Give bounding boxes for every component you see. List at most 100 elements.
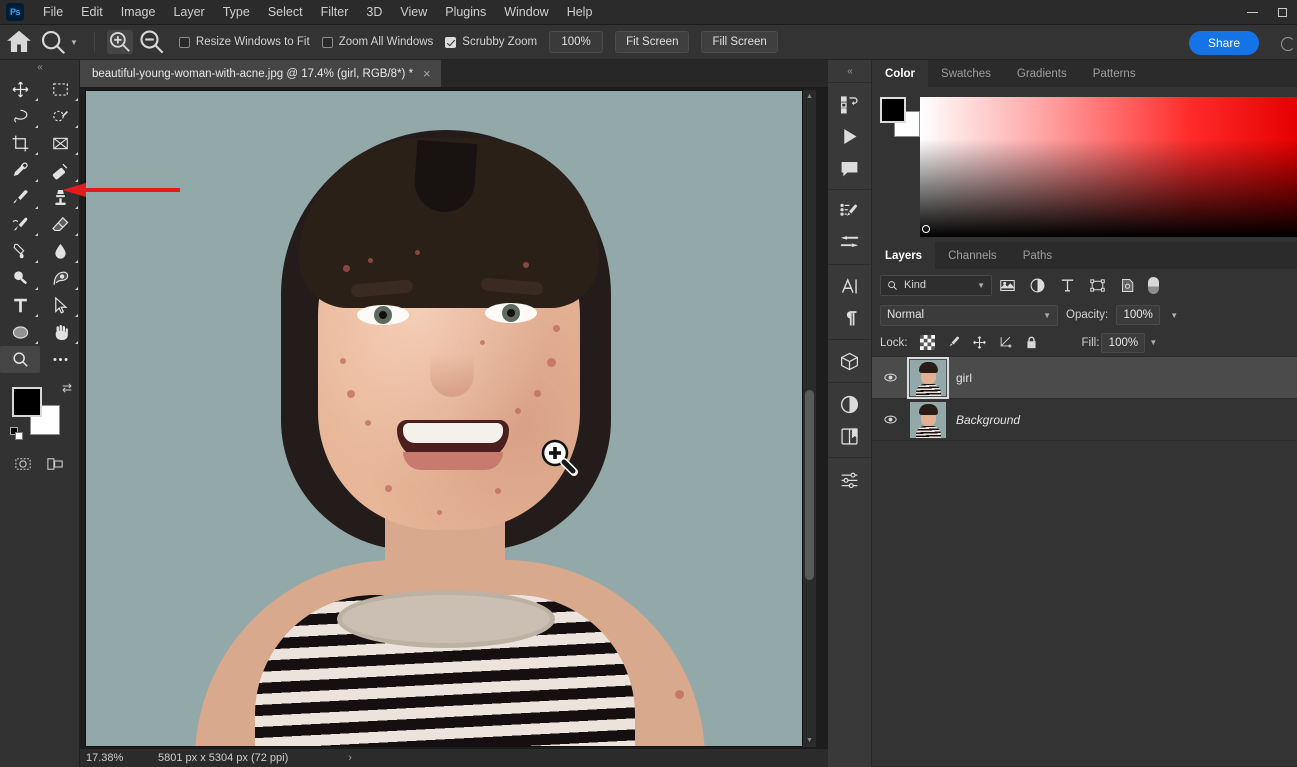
- path-selection-tool[interactable]: [40, 292, 80, 319]
- ellipse-shape-tool[interactable]: [0, 319, 40, 346]
- tab-patterns[interactable]: Patterns: [1080, 60, 1149, 87]
- actions-panel-icon[interactable]: [828, 120, 871, 152]
- lasso-tool[interactable]: [0, 103, 40, 130]
- restore-button[interactable]: [1267, 0, 1297, 25]
- blur-tool[interactable]: [40, 238, 80, 265]
- zoom-out-icon[interactable]: [137, 27, 167, 57]
- object-selection-tool[interactable]: [40, 103, 80, 130]
- zoom-all-windows-checkbox[interactable]: Zoom All Windows: [322, 36, 434, 48]
- comments-panel-icon[interactable]: [828, 152, 871, 184]
- menu-3d[interactable]: 3D: [357, 2, 391, 22]
- brush-settings-panel-icon[interactable]: [828, 195, 871, 227]
- share-button[interactable]: Share: [1189, 31, 1259, 55]
- checkbox-box[interactable]: [179, 37, 190, 48]
- default-colors-icon[interactable]: [10, 427, 24, 441]
- gradient-tool[interactable]: [0, 238, 40, 265]
- history-panel-icon[interactable]: [828, 88, 871, 120]
- menu-layer[interactable]: Layer: [164, 2, 213, 22]
- document-tab[interactable]: beautiful-young-woman-with-acne.jpg @ 17…: [80, 60, 442, 87]
- opacity-field[interactable]: 100%: [1116, 305, 1160, 325]
- menu-image[interactable]: Image: [112, 2, 165, 22]
- foreground-color-swatch[interactable]: [12, 387, 42, 417]
- filter-pixel-icon[interactable]: [992, 273, 1022, 297]
- pen-tool[interactable]: [40, 265, 80, 292]
- character-panel-icon[interactable]: [828, 270, 871, 302]
- fit-screen-button[interactable]: Fit Screen: [615, 31, 689, 53]
- layer-filter-kind-select[interactable]: Kind ▼: [880, 275, 992, 296]
- color-panel-foreground-swatch[interactable]: [880, 97, 906, 123]
- home-icon[interactable]: [4, 27, 34, 57]
- filter-type-icon[interactable]: [1052, 273, 1082, 297]
- canvas-area[interactable]: ▲ ▼ ‹ ›: [80, 88, 828, 767]
- menu-file[interactable]: File: [34, 2, 72, 22]
- quick-mask-icon[interactable]: [14, 455, 32, 478]
- minimize-button[interactable]: [1237, 0, 1267, 25]
- hand-tool[interactable]: [40, 319, 80, 346]
- screen-mode-icon[interactable]: [46, 455, 64, 478]
- tab-paths[interactable]: Paths: [1010, 242, 1065, 269]
- layer-name[interactable]: Background: [956, 413, 1020, 427]
- rail-collapse-icon[interactable]: «: [828, 60, 871, 82]
- lock-artboard-nesting-icon[interactable]: [994, 332, 1018, 354]
- lock-all-icon[interactable]: [1020, 332, 1044, 354]
- zoom-level-field[interactable]: 100%: [549, 31, 603, 53]
- vertical-scrollbar[interactable]: ▲ ▼: [803, 90, 816, 747]
- rectangular-marquee-tool[interactable]: [40, 76, 80, 103]
- menu-type[interactable]: Type: [214, 2, 259, 22]
- scroll-up-icon[interactable]: ▲: [803, 90, 816, 103]
- menu-filter[interactable]: Filter: [312, 2, 358, 22]
- move-tool[interactable]: [0, 76, 40, 103]
- zoom-tool[interactable]: [0, 346, 40, 373]
- tab-swatches[interactable]: Swatches: [928, 60, 1004, 87]
- layer-thumbnail[interactable]: [910, 402, 946, 438]
- menu-help[interactable]: Help: [558, 2, 602, 22]
- status-zoom-level[interactable]: 17.38%: [80, 752, 148, 764]
- checkbox-box[interactable]: [445, 37, 456, 48]
- menu-edit[interactable]: Edit: [72, 2, 112, 22]
- workspace-icon[interactable]: [1281, 37, 1295, 51]
- opacity-chevron-down-icon[interactable]: ▼: [1168, 311, 1180, 320]
- filter-toggle[interactable]: [1148, 277, 1159, 294]
- lock-image-pixels-icon[interactable]: [942, 332, 966, 354]
- crop-tool[interactable]: [0, 130, 40, 157]
- resize-windows-to-fit-checkbox[interactable]: Resize Windows to Fit: [179, 36, 310, 48]
- properties-panel-icon[interactable]: [828, 463, 871, 495]
- swap-colors-icon[interactable]: ⇄: [62, 381, 72, 395]
- frame-tool[interactable]: [40, 130, 80, 157]
- menu-view[interactable]: View: [391, 2, 436, 22]
- 3d-panel-icon[interactable]: [828, 345, 871, 377]
- toolbar-collapse-icon[interactable]: «: [0, 60, 79, 74]
- close-icon[interactable]: ×: [423, 67, 431, 80]
- color-ramp[interactable]: [920, 97, 1297, 237]
- fill-chevron-down-icon[interactable]: ▼: [1147, 338, 1159, 347]
- fill-screen-button[interactable]: Fill Screen: [701, 31, 777, 53]
- document-image[interactable]: [85, 90, 803, 747]
- lock-transparent-pixels-icon[interactable]: [916, 332, 940, 354]
- status-expand-icon[interactable]: ›: [288, 752, 352, 764]
- layer-thumbnail[interactable]: [910, 360, 946, 396]
- layer-visibility-icon[interactable]: [880, 412, 900, 427]
- tab-layers[interactable]: Layers: [872, 242, 935, 269]
- tab-color[interactable]: Color: [872, 60, 928, 87]
- menu-select[interactable]: Select: [259, 2, 312, 22]
- filter-smart-object-icon[interactable]: [1112, 273, 1142, 297]
- type-tool[interactable]: [0, 292, 40, 319]
- filter-shape-icon[interactable]: [1082, 273, 1112, 297]
- scrubby-zoom-checkbox[interactable]: Scrubby Zoom: [445, 36, 537, 48]
- menu-plugins[interactable]: Plugins: [436, 2, 495, 22]
- zoom-in-icon[interactable]: [107, 30, 133, 54]
- zoom-tool-icon[interactable]: [38, 27, 68, 57]
- chevron-down-icon[interactable]: ▼: [1043, 311, 1051, 320]
- filter-adjustment-icon[interactable]: [1022, 273, 1052, 297]
- brush-tool[interactable]: [0, 184, 40, 211]
- tab-gradients[interactable]: Gradients: [1004, 60, 1080, 87]
- vertical-scroll-thumb[interactable]: [805, 390, 814, 580]
- libraries-panel-icon[interactable]: [828, 420, 871, 452]
- brushes-panel-icon[interactable]: [828, 227, 871, 259]
- history-brush-tool[interactable]: [0, 211, 40, 238]
- layer-name[interactable]: girl: [956, 371, 972, 385]
- fill-field[interactable]: 100%: [1101, 333, 1145, 353]
- eyedropper-tool[interactable]: [0, 157, 40, 184]
- layer-visibility-icon[interactable]: [880, 370, 900, 385]
- spot-healing-brush-tool[interactable]: [40, 157, 80, 184]
